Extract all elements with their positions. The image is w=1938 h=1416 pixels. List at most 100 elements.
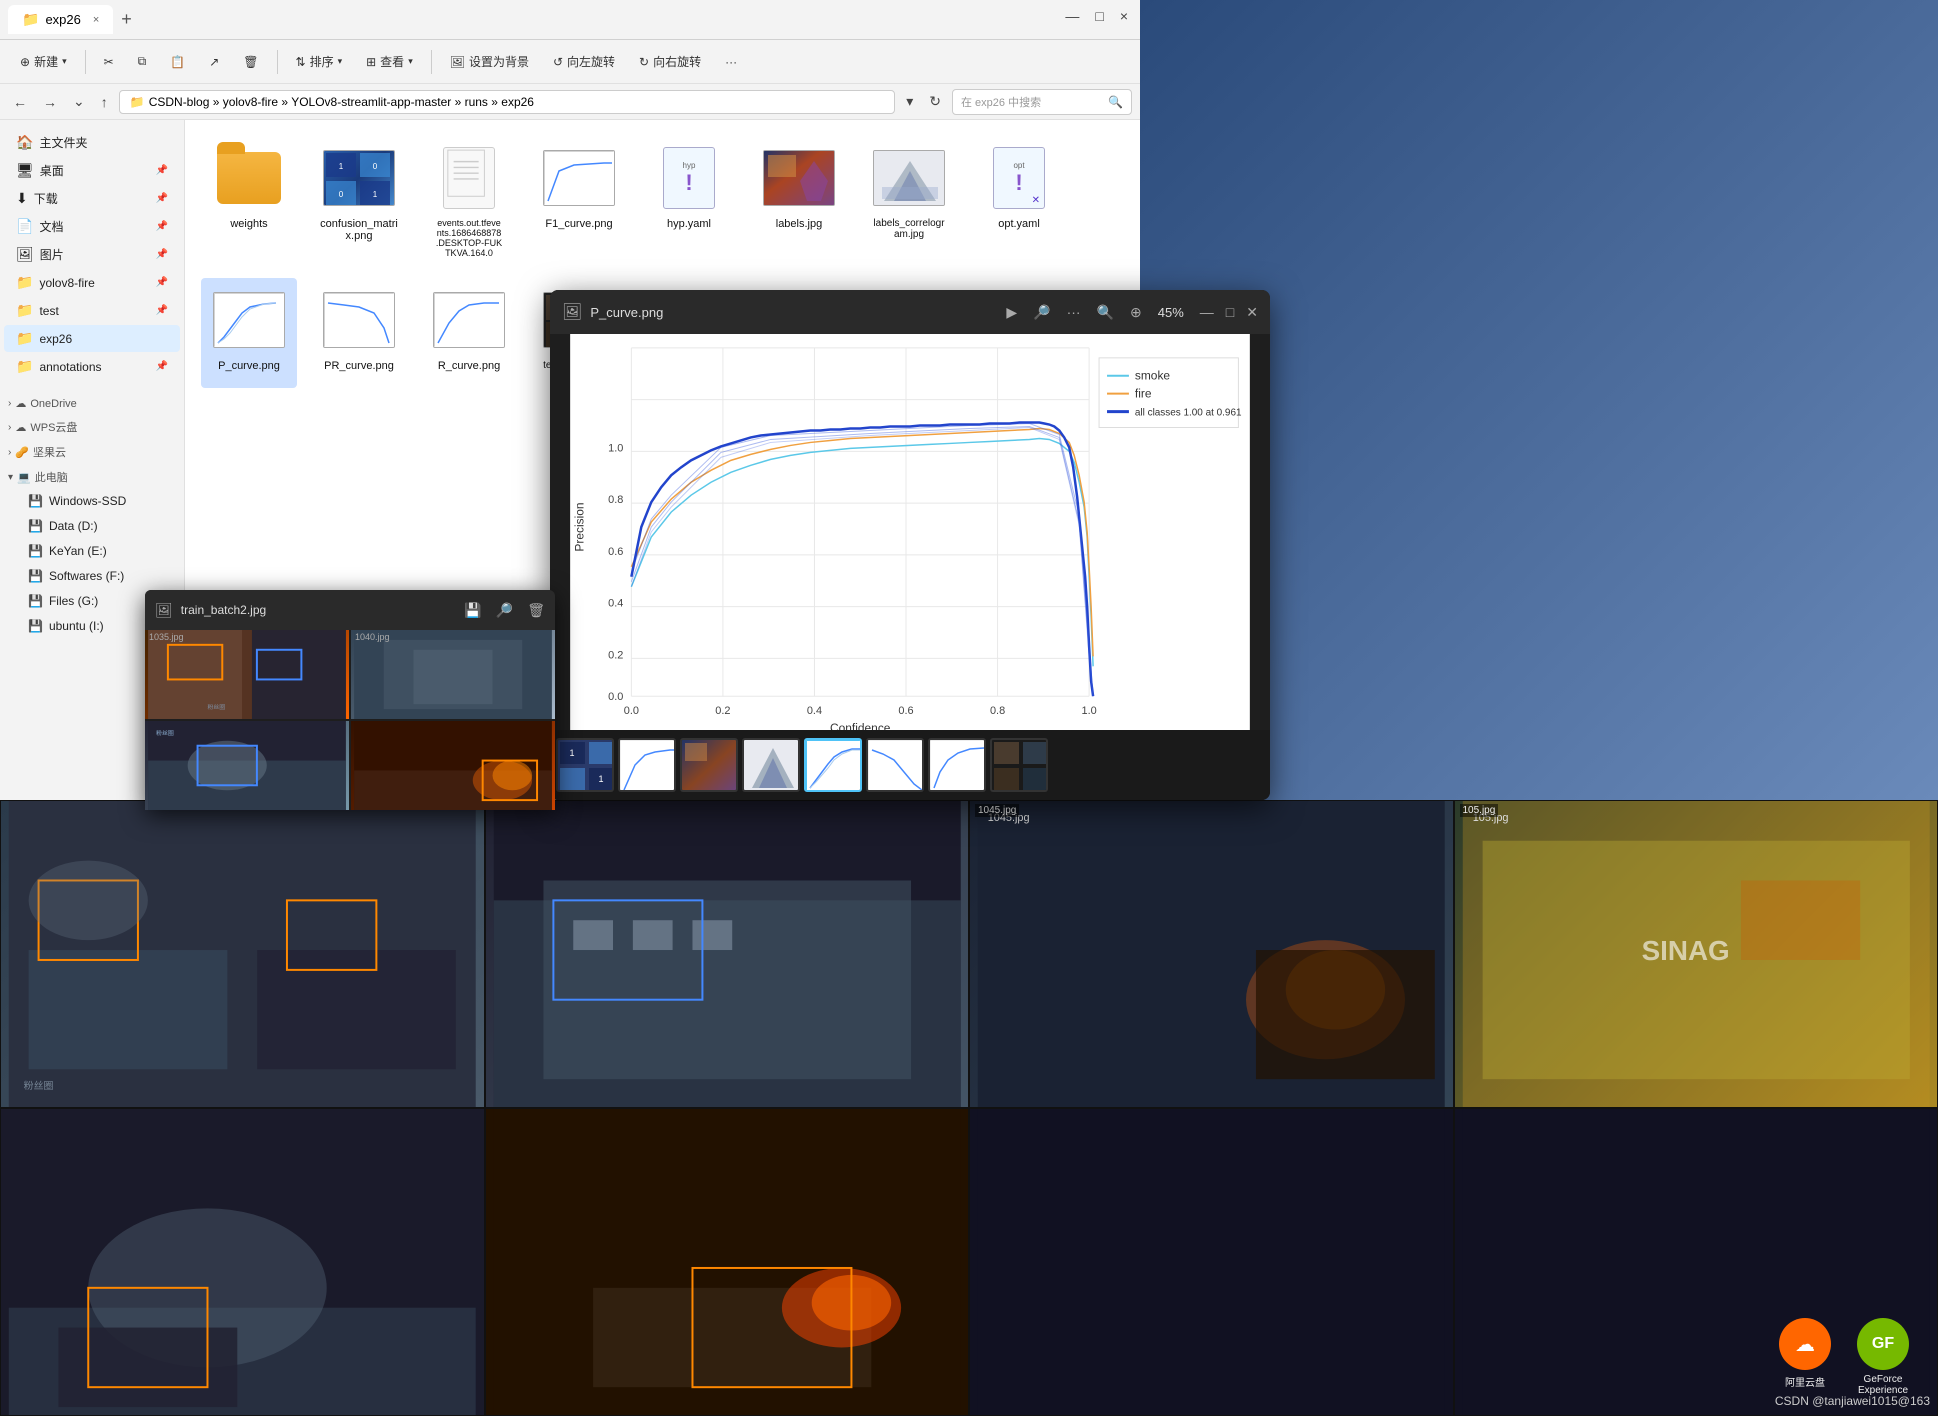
viewer-more-icon[interactable]: ··· [1063,300,1085,324]
path-text: CSDN-blog » yolov8-fire » YOLOv8-streaml… [149,95,534,109]
file-item-confusion[interactable]: 1 0 0 1 confusion_matri x.png [311,136,407,264]
minimize-button[interactable]: — [1065,8,1079,24]
viewer-body: 0.0 0.2 0.4 0.6 0.8 1.0 0.0 0.2 0.4 0.6 … [550,334,1270,730]
sidebar-item-exp26[interactable]: 📁 exp26 [4,325,180,352]
address-bar: ← → ⌄ ↑ 📁 CSDN-blog » yolov8-fire » YOLO… [0,84,1140,120]
svg-text:1.0: 1.0 [1082,705,1097,717]
view-icon: ⊞ [366,55,376,69]
svg-text:0.6: 0.6 [898,705,913,717]
file-item-pcurve[interactable]: P_curve.png [201,278,297,388]
photo-zoom-icon[interactable]: 🔎 [496,602,513,619]
viewer-maximize-button[interactable]: □ [1226,304,1234,320]
svg-text:1: 1 [569,748,574,758]
recent-button[interactable]: ⌄ [68,90,90,113]
sidebar-item-pictures[interactable]: 🖼 图片 📌 [4,241,180,268]
thumb-img-labelscorr [873,150,945,206]
image-viewer-pcurve: 🖼 P_curve.png ▶ 🔎 ··· 🔍 ⊕ 45% — □ ✕ [550,290,1270,800]
file-item-weights[interactable]: weights [201,136,297,264]
sidebar-test-label: test [39,304,58,318]
strip-thumb-heatmap[interactable] [680,738,738,792]
search-box[interactable]: 在 exp26 中搜索 🔍 [952,89,1132,115]
svg-text:Confidence: Confidence [830,721,891,730]
jianguo-icon: 🥜 [15,446,29,459]
close-button[interactable]: × [1120,8,1128,24]
thumb-labelscorr [873,142,945,214]
photo-delete-icon[interactable]: 🗑 [527,602,545,619]
delete-button[interactable]: 🗑 [233,50,268,74]
sidebar-section-jianguo[interactable]: › 🥜 坚果云 [0,438,184,463]
refresh-button[interactable]: ↻ [924,90,946,113]
file-item-f1curve[interactable]: F1_curve.png [531,136,627,264]
viewer-slideshow-icon[interactable]: ▶ [1002,300,1021,325]
rotate-right-button[interactable]: ↻ 向右旋转 [629,48,711,75]
tab-close-button[interactable]: × [93,14,99,26]
set-background-button[interactable]: 🖼 设置为背景 [440,48,539,75]
svg-text:smoke: smoke [1135,369,1171,383]
cut-button[interactable]: ✂ [94,50,124,74]
viewer-zoom-out-icon[interactable]: 🔍 [1093,300,1118,325]
photo-app-icon: 🖼 [155,602,173,619]
sidebar-item-windows-ssd[interactable]: 💾 Windows-SSD [4,489,180,513]
sort-button[interactable]: ⇅ 排序 ▾ [286,48,353,75]
sidebar-item-yolov8fire[interactable]: 📁 yolov8-fire 📌 [4,269,180,296]
search-icon[interactable]: 🔍 [1108,95,1123,109]
file-item-hypyaml[interactable]: hyp hyp.yaml [641,136,737,264]
strip-thumb-graph3[interactable] [928,738,986,792]
strip-thumb-mountain[interactable] [742,738,800,792]
sidebar-item-data-d[interactable]: 💾 Data (D:) [4,514,180,538]
file-item-rcurve[interactable]: R_curve.png [421,278,517,388]
sidebar-item-documents[interactable]: 📄 文档 📌 [4,213,180,240]
explorer-tab[interactable]: 📁 exp26 × [8,5,113,34]
back-button[interactable]: ← [8,91,32,113]
photo-save-icon[interactable]: 💾 [464,602,481,619]
forward-button[interactable]: → [38,91,62,113]
svg-text:粉丝圈: 粉丝圈 [207,703,225,711]
share-button[interactable]: ↗ [199,50,229,74]
search-placeholder: 在 exp26 中搜索 [961,94,1041,110]
new-tab-button[interactable]: + [121,9,132,30]
file-item-events[interactable]: events.out.tfeve nts.1686468878 .DESKTOP… [421,136,517,264]
strip-thumb-pcurve-active[interactable] [804,738,862,792]
sidebar-item-annotations[interactable]: 📁 annotations 📌 [4,353,180,380]
sidebar-section-wps[interactable]: › ☁ WPS云盘 [0,413,184,438]
view-button[interactable]: ⊞ 查看 ▾ [356,48,423,75]
sidebar-item-desktop[interactable]: 🖥 桌面 📌 [4,157,180,184]
strip-thumb-confusion[interactable]: 1 1 [556,738,614,792]
sidebar-item-test[interactable]: 📁 test 📌 [4,297,180,324]
copy-button[interactable]: ⧉ [128,49,157,74]
geforce-icon: GF [1857,1318,1909,1370]
lower-img-label-105: 105.jpg [1460,804,1499,817]
sidebar-item-softwares-f[interactable]: 💾 Softwares (F:) [4,564,180,588]
thumb-img-labels [763,150,835,206]
more-button[interactable]: ··· [715,50,747,74]
viewer-zoom-in-btn[interactable]: ⊕ [1126,300,1146,325]
taskbar-icon-geforce[interactable]: GF GeForce Experience [1848,1318,1918,1396]
file-item-optyaml[interactable]: opt ✕ opt.yaml [971,136,1067,264]
sidebar-item-keyan-e[interactable]: 💾 KeYan (E:) [4,539,180,563]
toolbar-separator-2 [277,50,278,74]
viewer-minimize-button[interactable]: — [1200,304,1214,320]
strip-thumb-graph1[interactable] [618,738,676,792]
sidebar-item-home[interactable]: 🏠 主文件夹 [4,129,180,156]
sidebar-section-onedrive[interactable]: › ☁ OneDrive [0,391,184,413]
up-button[interactable]: ↑ [96,91,113,113]
dropdown-button[interactable]: ▾ [901,90,918,113]
file-item-prcurve[interactable]: PR_curve.png [311,278,407,388]
strip-thumb-graph2[interactable] [866,738,924,792]
maximize-button[interactable]: □ [1095,8,1103,24]
file-item-labels[interactable]: labels.jpg [751,136,847,264]
file-item-labelscorr[interactable]: labels_correlogr am.jpg [861,136,957,264]
sidebar-item-downloads[interactable]: ⬇ 下载 📌 [4,185,180,212]
rotate-left-button[interactable]: ↺ 向左旋转 [543,48,625,75]
taskbar-icon-aliyun[interactable]: ☁ 阿里云盘 [1770,1318,1840,1396]
sidebar-section-thispc[interactable]: ▾ 💻 此电脑 [0,463,184,488]
paste-icon: 📋 [170,55,185,69]
pin-icon-annotations: 📌 [156,361,168,372]
viewer-close-button[interactable]: ✕ [1246,304,1258,321]
paste-button[interactable]: 📋 [160,50,195,74]
photo-body: 1035.jpg 粉丝圈 1040.jpg [145,630,555,810]
address-path[interactable]: 📁 CSDN-blog » yolov8-fire » YOLOv8-strea… [119,90,896,114]
new-button[interactable]: ⊕ 新建 ▾ [10,48,77,75]
viewer-zoom-in-icon[interactable]: 🔎 [1029,300,1054,325]
strip-thumb-dark[interactable] [990,738,1048,792]
